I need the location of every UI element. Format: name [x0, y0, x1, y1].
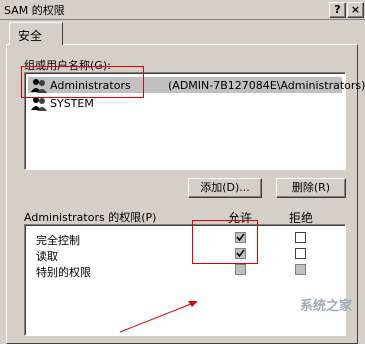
tab-security-label: 安全 [18, 29, 43, 43]
annotation-arrow-icon [119, 301, 198, 333]
tab-security[interactable]: 安全 [9, 22, 63, 45]
watermark: 系统之家 [300, 299, 353, 314]
